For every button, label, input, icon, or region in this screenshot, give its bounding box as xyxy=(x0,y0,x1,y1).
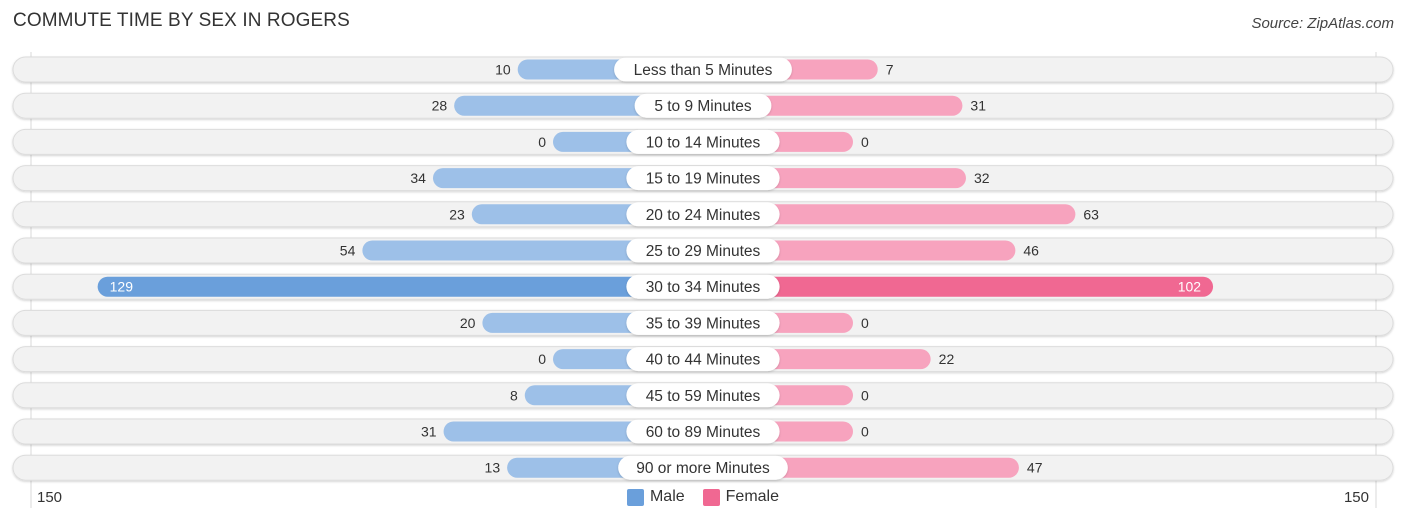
value-label-female: 31 xyxy=(970,98,986,114)
legend-swatch-female xyxy=(702,488,720,506)
category-label: 40 to 44 Minutes xyxy=(646,352,761,369)
value-label-male: 8 xyxy=(510,387,518,403)
value-label-female: 0 xyxy=(861,315,869,331)
legend-item-female[interactable]: Female xyxy=(702,488,780,506)
category-label: 10 to 14 Minutes xyxy=(646,134,761,151)
value-label-male: 0 xyxy=(538,134,546,150)
category-label: 15 to 19 Minutes xyxy=(646,171,761,188)
legend-label-male: Male xyxy=(649,488,685,505)
bar-male xyxy=(97,276,703,297)
value-label-male: 54 xyxy=(340,243,356,259)
value-label-male: 23 xyxy=(449,206,465,222)
chart-area: 10 7 Less than 5 Minutes 28 31 5 to 9 Minutes… xyxy=(12,52,1394,508)
legend-item-male[interactable]: Male xyxy=(626,488,685,506)
value-label-male: 20 xyxy=(460,315,476,331)
value-label-female: 7 xyxy=(886,62,894,78)
category-label: 35 to 39 Minutes xyxy=(646,315,761,332)
value-label-female: 102 xyxy=(1178,279,1202,295)
value-label-male: 31 xyxy=(421,424,437,440)
category-label: 45 to 59 Minutes xyxy=(646,388,761,405)
value-label-male: 13 xyxy=(485,460,501,476)
legend-label-female: Female xyxy=(725,488,780,505)
category-label: 30 to 34 Minutes xyxy=(646,279,761,296)
value-label-female: 32 xyxy=(974,170,990,186)
category-label: 90 or more Minutes xyxy=(636,460,770,477)
value-label-male: 28 xyxy=(432,98,448,114)
value-label-female: 22 xyxy=(939,351,955,367)
category-label: 20 to 24 Minutes xyxy=(646,207,761,224)
value-label-male: 0 xyxy=(538,351,546,367)
legend: Male Female xyxy=(0,488,1406,506)
value-label-male: 129 xyxy=(110,279,134,295)
value-label-female: 47 xyxy=(1027,460,1043,476)
legend-swatch-male xyxy=(626,488,644,506)
value-label-male: 34 xyxy=(410,170,426,186)
category-label: Less than 5 Minutes xyxy=(634,62,773,79)
category-label: 5 to 9 Minutes xyxy=(654,98,752,115)
value-label-female: 0 xyxy=(861,387,869,403)
category-label: 25 to 29 Minutes xyxy=(646,243,761,260)
value-label-female: 46 xyxy=(1023,243,1039,259)
value-label-female: 0 xyxy=(861,424,869,440)
value-label-female: 0 xyxy=(861,134,869,150)
value-label-male: 10 xyxy=(495,62,511,78)
value-label-female: 63 xyxy=(1083,206,1099,222)
category-label: 60 to 89 Minutes xyxy=(646,424,761,441)
